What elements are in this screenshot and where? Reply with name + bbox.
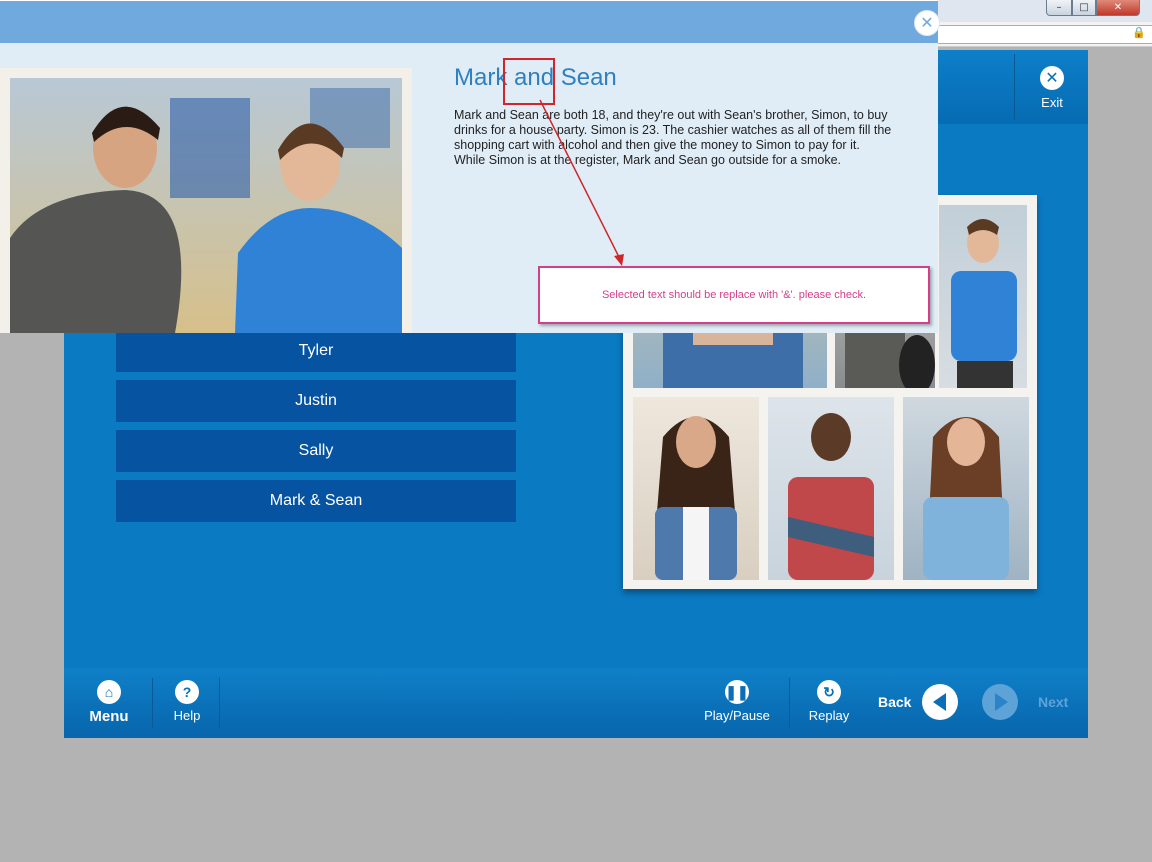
annotation-comment[interactable]: Selected text should be replace with '&'… <box>538 266 930 324</box>
annotation-comment-text: Selected text should be replace with '&'… <box>601 289 867 301</box>
annotation-arrow <box>539 99 624 266</box>
